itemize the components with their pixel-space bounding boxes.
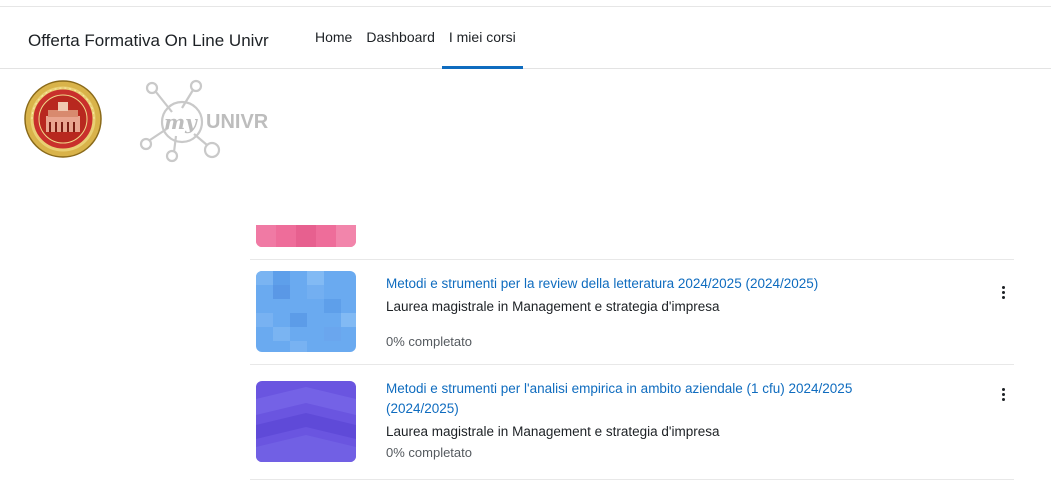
course-title-link[interactable]: Metodi e strumenti per l'analisi empiric…	[386, 379, 926, 419]
nav-my-courses[interactable]: I miei corsi	[441, 7, 523, 69]
course-item: Metodi e strumenti per la review della l…	[250, 260, 1014, 365]
course-progress: 0% completato	[386, 445, 472, 460]
university-seal-icon	[24, 80, 102, 158]
course-actions-menu-icon[interactable]	[998, 281, 1008, 303]
course-info: Metodi e strumenti per l'analisi empiric…	[386, 379, 926, 462]
nav-dashboard[interactable]: Dashboard	[359, 7, 442, 68]
nav-home[interactable]: Home	[315, 7, 359, 68]
course-thumbnail[interactable]	[256, 271, 356, 352]
course-category: Laurea magistrale in Management e strate…	[386, 424, 720, 439]
site-name-link[interactable]: Offerta Formativa On Line Univr	[28, 31, 269, 51]
course-list: Metodi e strumenti per la review della l…	[250, 225, 1014, 480]
top-navbar: Offerta Formativa On Line Univr Home Das…	[0, 7, 1051, 69]
course-actions-menu-icon[interactable]	[998, 383, 1008, 405]
brand-text: UNIVR	[206, 111, 269, 133]
course-category: Laurea magistrale in Management e strate…	[386, 299, 720, 314]
myunivr-logo-icon: my UNIVR	[138, 78, 288, 166]
course-thumbnail[interactable]	[256, 381, 356, 462]
course-item: Metodi e strumenti per l'analisi empiric…	[250, 365, 1014, 480]
course-progress: 0% completato	[386, 334, 472, 349]
course-title-link[interactable]: Metodi e strumenti per la review della l…	[386, 274, 926, 294]
course-item-partial	[250, 225, 1014, 260]
primary-navigation: Home Dashboard I miei corsi	[315, 7, 523, 69]
course-thumbnail[interactable]	[256, 225, 356, 247]
course-info: Metodi e strumenti per la review della l…	[386, 274, 926, 351]
svg-text:my: my	[164, 110, 198, 134]
